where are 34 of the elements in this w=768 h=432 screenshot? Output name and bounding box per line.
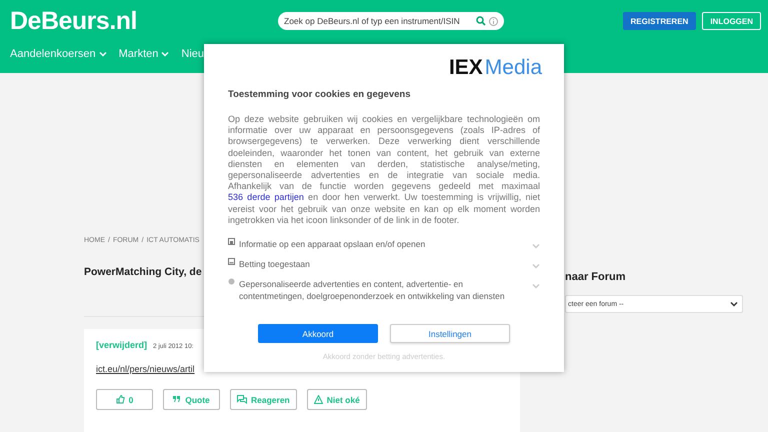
card-icon [228, 258, 235, 266]
info-icon[interactable] [489, 16, 498, 26]
purpose-item[interactable]: Gepersonaliseerde advertenties en content, advertentie- en contentmetingen, doelgroepenonderzoek en ontwikkeling van diensten [228, 278, 540, 302]
chat-icon [237, 395, 247, 404]
dot-icon [228, 278, 235, 286]
purpose-item[interactable]: Informatie op een apparaat opslaan en/of openen [228, 238, 540, 252]
thread-title: PowerMatching City, de [84, 266, 203, 278]
post-link[interactable]: ict.eu/nl/pers/nieuws/artil [96, 364, 195, 374]
warning-icon [314, 395, 323, 404]
dialog-title: Toestemming voor cookies en gegevens [228, 89, 412, 100]
nav-menu-item[interactable]: Aandelenkoersen [10, 48, 107, 60]
thumbs-up-icon [116, 395, 125, 404]
like-button[interactable]: 0 [96, 389, 153, 410]
nav-menu-item[interactable]: Nieu [181, 48, 204, 60]
purpose-item[interactable]: Betting toegestaan [228, 258, 540, 272]
search-field[interactable]: Zoek op DeBeurs.nl of typ een instrument/ISIN [278, 12, 504, 30]
register-button[interactable]: REGISTREREN [622, 12, 696, 30]
quote-button[interactable]: Quote [163, 389, 220, 410]
sidebar-heading: naar Forum [565, 271, 627, 283]
login-button[interactable]: INLOGGEN [702, 12, 761, 30]
brand-logo: IEXMedia [448, 56, 542, 80]
partners-link[interactable]: 536 derde partijen [228, 192, 304, 202]
storage-icon [228, 238, 235, 246]
site-logo[interactable]: DeBeurs.nl [10, 6, 278, 36]
search-icon[interactable] [476, 16, 486, 26]
chevron-down-icon [730, 301, 738, 307]
accept-button[interactable]: Akkoord [258, 324, 378, 344]
post-author[interactable]: [verwijderd] [96, 340, 148, 350]
reply-button[interactable]: Reageren [230, 389, 297, 410]
nav-menu-item[interactable]: Markten [118, 48, 170, 60]
quote-icon [173, 396, 182, 403]
report-button[interactable]: Niet oké [306, 389, 367, 410]
settings-button[interactable]: Instellingen [390, 324, 510, 344]
consent-text: Op deze website gebruiken wij cookies en vergelijkbare technologieën om informatie over uw apparaat en persoonsgegevens (zoals IP-adres of browsergegevens) te verwerken. Deze verwerking dient verschillende doeleinden, waaronder het tonen van content, het gebruik van externe diensten en elementen van derden, statistische analyse/meting, gepersonaliseerde advertenties en de integratie van sociale media. Afhankelijk van de functie worden gegevens gedeeld met maximaal 536 derde partijen en door hen verwerkt. Uw toestemming is vrijwillig, niet vereist voor het gebruik van onze website en kan op elk moment worden ingetrokken via het icoon linksonder of de link in de footer. [228, 114, 540, 226]
